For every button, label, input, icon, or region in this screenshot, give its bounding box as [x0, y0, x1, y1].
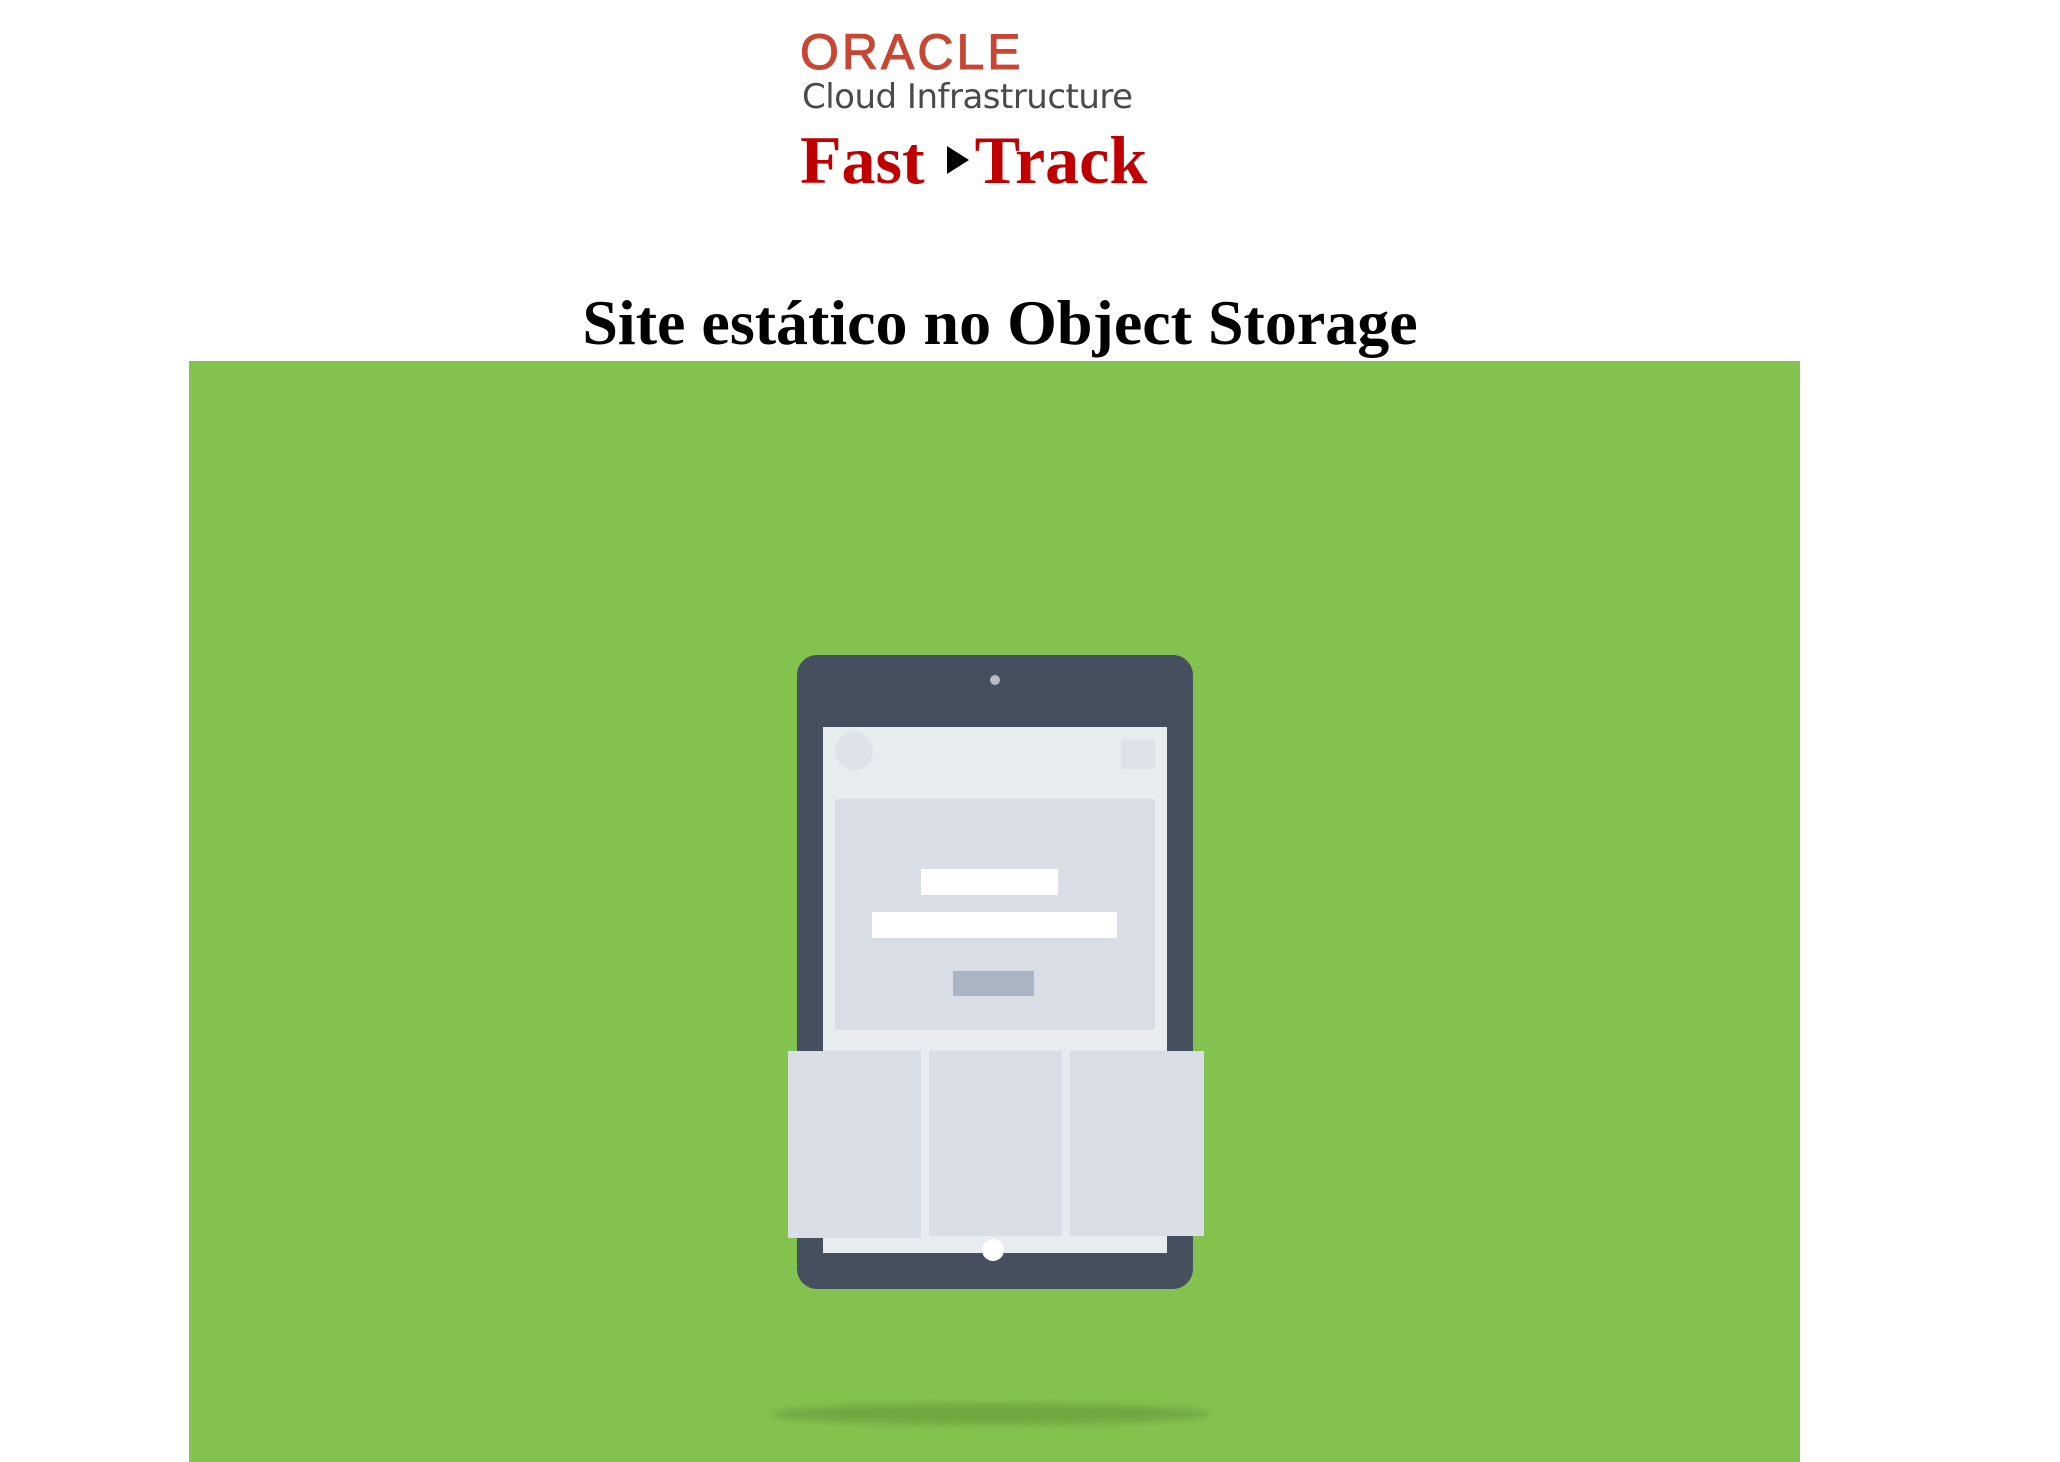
logo-cloud-text: Cloud Infrastructure: [802, 77, 1133, 117]
play-arrow-icon: [946, 146, 969, 174]
page: ORACLE Cloud Infrastructure Fast Track S…: [0, 0, 2060, 1462]
page-title: Site estático no Object Storage: [582, 286, 1418, 358]
panel-middle: [929, 1051, 1062, 1236]
hero-image: [189, 361, 1800, 1462]
logo-track-text: Track: [974, 122, 1148, 198]
logo-fast-text: Fast: [800, 122, 925, 198]
screen-button: [953, 971, 1034, 996]
tablet-home-button: [982, 1239, 1004, 1261]
screen-avatar: [835, 732, 873, 770]
panel-left: [788, 1051, 921, 1238]
screen-menu-square: [1121, 739, 1155, 769]
screen-line-short: [921, 869, 1058, 895]
panel-right: [1070, 1051, 1204, 1236]
device-shadow: [771, 1403, 1211, 1425]
tablet-illustration-icon: [788, 655, 1204, 1289]
screen-line-long: [872, 912, 1117, 938]
logo-fasttrack: Fast Track: [800, 120, 1147, 200]
tablet-camera: [990, 675, 1000, 685]
oracle-fasttrack-logo: ORACLE Cloud Infrastructure Fast Track: [800, 24, 1200, 199]
logo-oracle-text: ORACLE: [800, 24, 1024, 81]
